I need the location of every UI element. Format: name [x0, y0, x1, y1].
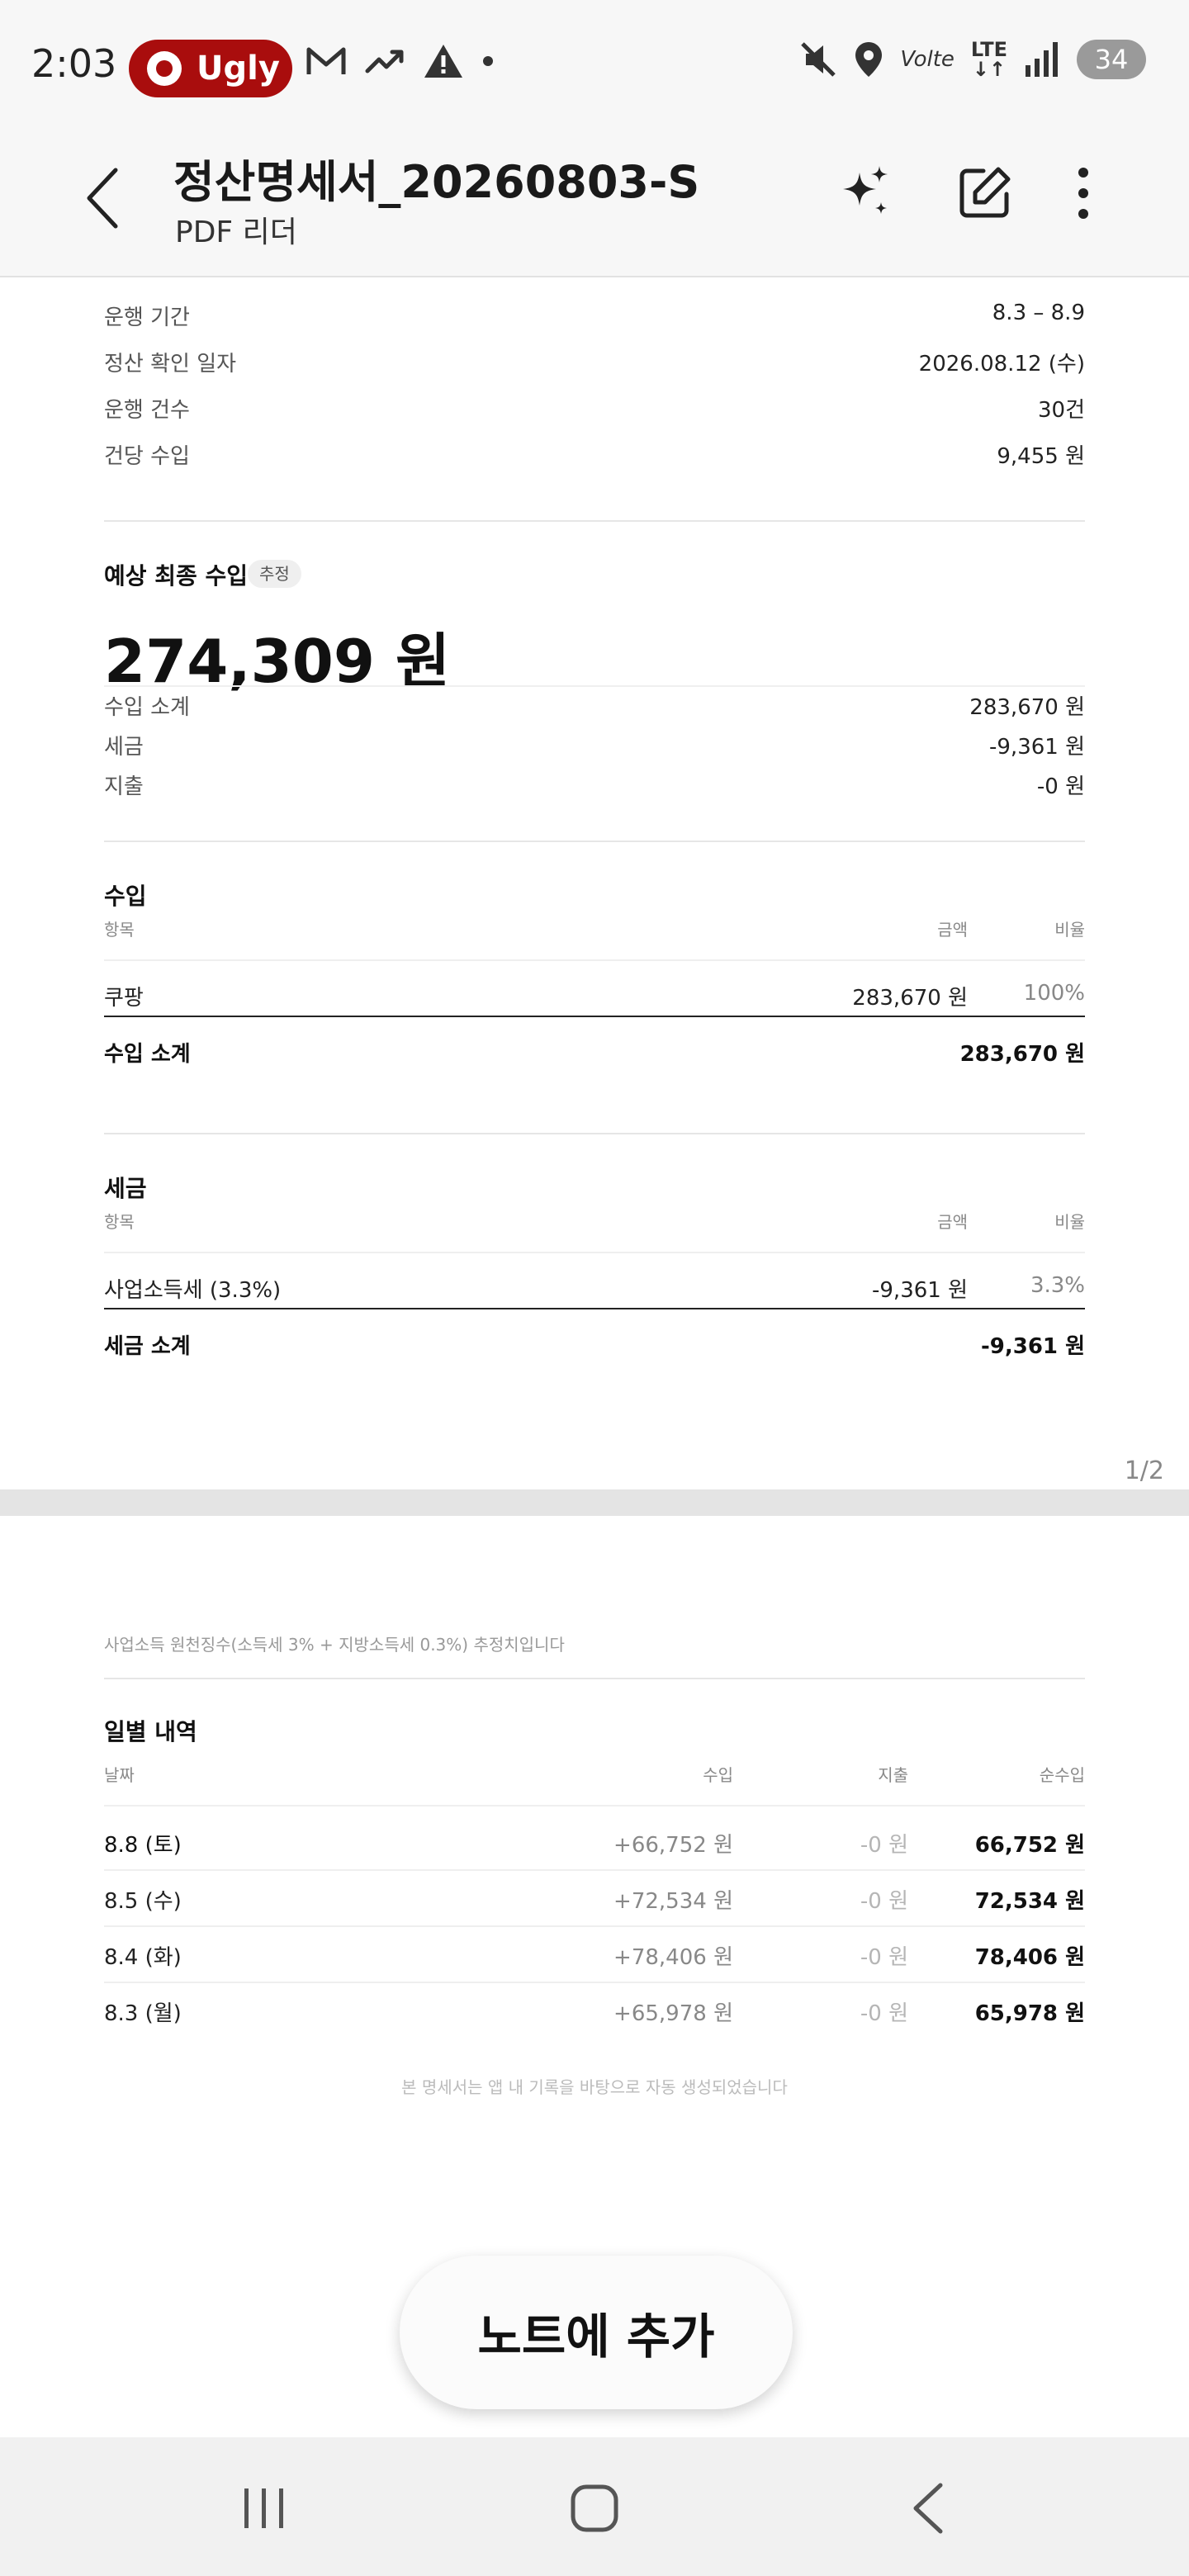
divider	[104, 1016, 1085, 1017]
sparkle-icon	[843, 166, 888, 214]
divider	[104, 685, 1085, 687]
income-title: 수입	[104, 883, 147, 910]
estimate-badge: 추정	[248, 560, 301, 588]
system-back-button[interactable]	[887, 2467, 969, 2550]
document-title: 정산명세서_20260803-S	[173, 156, 700, 208]
forecast-row: 세금 -9,361 원	[104, 735, 1085, 760]
location-icon	[855, 42, 883, 77]
daily-col-expense: 지출	[878, 1765, 908, 1785]
income-col-item: 항목	[104, 920, 135, 940]
lte-icon: LTE ↓↑	[970, 38, 1007, 81]
tax-item: 사업소득세 (3.3%)	[104, 1278, 282, 1303]
divider	[104, 1678, 1085, 1679]
divider	[104, 1925, 1085, 1927]
tax-title: 세금	[104, 1175, 147, 1202]
signal-icon	[1026, 42, 1058, 77]
divider	[104, 841, 1085, 842]
back-icon	[913, 2483, 943, 2534]
tax-subtotal-label: 세금 소계	[104, 1334, 191, 1359]
divider	[104, 1308, 1085, 1309]
forecast-title: 예상 최종 수입	[104, 562, 249, 590]
forecast-row: 수입 소계 283,670 원	[104, 695, 1085, 720]
income-col-ratio: 비율	[1054, 920, 1085, 940]
warning-icon	[424, 45, 462, 78]
home-button[interactable]	[553, 2467, 636, 2550]
page-indicator: 1/2	[1124, 1456, 1164, 1485]
more-options-button[interactable]	[1050, 160, 1116, 226]
trending-icon	[365, 50, 404, 73]
home-icon	[571, 2484, 618, 2532]
recording-pill[interactable]: Ugly	[129, 40, 292, 97]
battery-icon: 34	[1077, 40, 1146, 79]
gmail-icon	[306, 47, 346, 74]
dot-icon	[483, 56, 493, 66]
summary-row: 건당 수입 9,455 원	[104, 444, 1085, 469]
tax-ratio: 3.3%	[1030, 1273, 1085, 1298]
recents-icon	[244, 2488, 283, 2528]
add-to-note-button[interactable]: 노트에 추가	[400, 2256, 793, 2409]
tax-subtotal-value: -9,361 원	[980, 1334, 1085, 1359]
summary-row: 정산 확인 일자 2026.08.12 (수)	[104, 352, 1085, 376]
status-time: 2:03	[31, 41, 117, 86]
summary-row: 운행 건수 30건	[104, 398, 1085, 423]
income-amount: 283,670 원	[852, 986, 968, 1011]
daily-col-date: 날짜	[104, 1765, 135, 1785]
income-ratio: 100%	[1023, 981, 1085, 1006]
recents-button[interactable]	[223, 2467, 306, 2550]
divider	[104, 520, 1085, 522]
divider	[104, 1805, 1085, 1807]
daily-col-income: 수입	[703, 1765, 733, 1785]
tax-col-item: 항목	[104, 1212, 135, 1232]
divider	[104, 959, 1085, 961]
pdf-page-1[interactable]: 운행 기간 8.3 – 8.9 정산 확인 일자 2026.08.12 (수) 운행…	[0, 277, 1189, 1489]
mute-icon	[801, 42, 836, 77]
more-icon	[1078, 168, 1088, 219]
footer-note: 본 명세서는 앱 내 기록을 바탕으로 자동 생성되었습니다	[401, 2077, 788, 2097]
app-subtitle: PDF 리더	[175, 215, 297, 249]
page-separator	[0, 1489, 1189, 1516]
divider	[104, 1869, 1085, 1871]
income-item: 쿠팡	[104, 986, 144, 1011]
app-bar: 정산명세서_20260803-S PDF 리더	[0, 132, 1189, 277]
record-icon	[147, 51, 182, 86]
back-button[interactable]	[74, 165, 132, 231]
edit-button[interactable]	[951, 160, 1017, 226]
daily-title: 일별 내역	[104, 1718, 197, 1745]
daily-col-net: 순수입	[1039, 1765, 1085, 1785]
ai-assist-button[interactable]	[832, 160, 898, 226]
divider	[104, 1982, 1085, 1983]
tax-col-amount: 금액	[937, 1212, 968, 1232]
chevron-left-icon	[87, 168, 118, 229]
volte-icon: Volte	[900, 47, 955, 72]
edit-icon	[959, 167, 1011, 218]
income-subtotal-label: 수입 소계	[104, 1042, 191, 1067]
cut-off-row	[104, 277, 1085, 297]
recording-pill-label: Ugly	[197, 50, 280, 88]
income-col-amount: 금액	[937, 920, 968, 940]
divider	[104, 1252, 1085, 1253]
tax-note: 사업소득 원천징수(소득세 3% + 지방소득세 0.3%) 추정치입니다	[104, 1635, 565, 1655]
summary-row: 운행 기간 8.3 – 8.9	[104, 301, 1085, 330]
income-subtotal-value: 283,670 원	[959, 1042, 1085, 1067]
tax-amount: -9,361 원	[872, 1278, 968, 1303]
system-nav-bar	[0, 2437, 1189, 2576]
status-notification-icons	[306, 43, 494, 79]
tax-col-ratio: 비율	[1054, 1212, 1085, 1232]
status-bar: 2:03 Ugly Volte LTE ↓↑ 34	[0, 0, 1189, 132]
forecast-row: 지출 -0 원	[104, 774, 1085, 799]
status-system-icons: Volte LTE ↓↑ 34	[799, 40, 1146, 79]
divider	[104, 1133, 1085, 1134]
